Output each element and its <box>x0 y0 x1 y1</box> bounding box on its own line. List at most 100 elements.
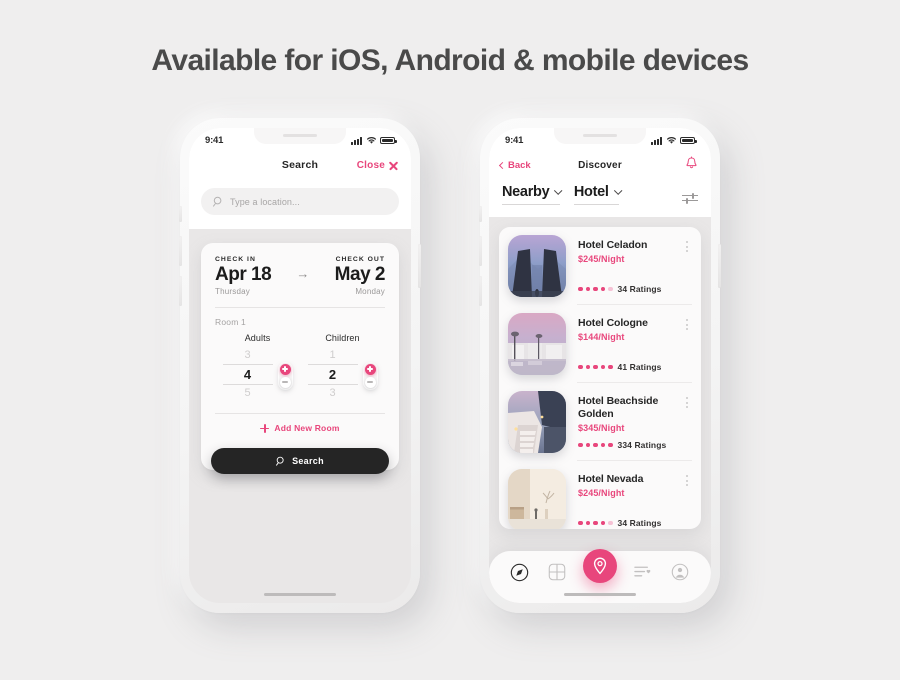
tab-saved[interactable] <box>632 561 654 583</box>
adults-stepper <box>277 361 293 390</box>
home-indicator <box>264 592 336 596</box>
tab-profile[interactable] <box>669 561 691 583</box>
notch <box>254 128 346 144</box>
hotel-label: Hotel <box>573 184 609 200</box>
tab-map[interactable] <box>582 549 617 583</box>
search-screen-title: Search <box>281 159 319 171</box>
search-icon <box>276 457 284 466</box>
phone-power-button <box>718 244 721 288</box>
adults-plus-icon[interactable] <box>279 363 291 375</box>
discover-screen-title: Discover <box>578 159 622 171</box>
kebab-menu-icon[interactable] <box>686 241 688 252</box>
user-circle-icon <box>672 563 689 581</box>
children-minus-icon[interactable] <box>364 376 376 388</box>
location-search-input[interactable]: Type a location... <box>201 188 399 215</box>
tab-categories[interactable] <box>546 561 568 583</box>
rating-count: 34 Ratings <box>617 518 662 528</box>
battery-icon <box>380 136 397 145</box>
home-indicator <box>564 592 636 596</box>
wifi-icon <box>666 137 676 144</box>
notifications-button[interactable] <box>685 155 698 175</box>
phone-volume-down-button <box>479 276 482 306</box>
adults-title: Adults <box>244 332 271 343</box>
compass-icon <box>510 563 529 581</box>
chevron-down-icon <box>554 186 563 195</box>
search-submit-button[interactable]: Search <box>211 448 389 475</box>
grid-icon <box>548 563 566 581</box>
speaker-grille <box>583 134 617 137</box>
adults-value-below: 5 <box>244 387 251 400</box>
hotel-info: Hotel Nevada $245/Night 34 Ratings <box>566 469 692 529</box>
chevron-down-icon <box>613 186 622 195</box>
search-icon <box>213 196 222 207</box>
children-wheel[interactable]: 1 2 3 <box>307 347 358 403</box>
add-new-room-label: Add New Room <box>274 423 340 434</box>
location-pin-icon <box>593 557 607 575</box>
list-item[interactable]: Hotel Beachside Golden $345/Night 334 Ra… <box>499 383 701 453</box>
check-in-date: Apr 18 <box>215 264 272 285</box>
list-item[interactable]: Hotel Celadon $245/Night 34 Ratings <box>499 227 701 297</box>
adults-value: 4 <box>243 366 252 382</box>
nearby-dropdown[interactable]: Nearby <box>502 184 563 205</box>
page-title: Available for iOS, Android & mobile devi… <box>151 44 749 77</box>
back-button[interactable]: Back <box>498 160 531 171</box>
children-title: Children <box>325 332 360 343</box>
check-out-weekday: Monday <box>355 286 385 296</box>
rating-dots <box>578 520 613 526</box>
signal-bars-icon <box>651 137 662 145</box>
hotel-info: Hotel Beachside Golden $345/Night 334 Ra… <box>566 391 692 453</box>
check-in-label: CHECK IN <box>215 256 256 263</box>
hotel-price: $245/Night <box>578 254 625 265</box>
check-out-block[interactable]: CHECK OUT May 2 Monday <box>335 256 386 296</box>
hotel-info: Hotel Cologne $144/Night 41 Ratings <box>566 313 692 375</box>
hotel-underline <box>573 204 620 205</box>
hotel-name: Hotel Celadon <box>578 239 648 251</box>
close-label: Close <box>356 159 385 171</box>
phone-mockup-left: 9:41 Search Close Type a location... CHE… <box>179 118 421 613</box>
date-range-selector[interactable]: CHECK IN Apr 18 Thursday → CHECK OUT May… <box>215 256 385 296</box>
speaker-grille <box>283 134 317 137</box>
children-counter: Children 1 2 3 <box>301 333 385 403</box>
filter-row: Nearby Hotel <box>489 178 711 205</box>
notch <box>554 128 646 144</box>
kebab-menu-icon[interactable] <box>686 397 688 408</box>
status-time: 9:41 <box>505 135 524 146</box>
add-new-room-button[interactable]: Add New Room <box>215 414 385 444</box>
hotel-dropdown[interactable]: Hotel <box>573 184 622 205</box>
hotel-price: $345/Night <box>578 423 625 434</box>
adults-wheel[interactable]: 3 4 5 <box>222 347 273 403</box>
tab-explore[interactable] <box>509 561 531 583</box>
status-indicators <box>351 136 397 145</box>
list-item[interactable]: Hotel Cologne $144/Night 41 Ratings <box>499 305 701 375</box>
hotel-list-card: Hotel Celadon $245/Night 34 Ratings Hote… <box>499 227 701 529</box>
phone-volume-down-button <box>179 276 182 306</box>
sliders-filter-icon[interactable] <box>682 191 698 205</box>
hotel-price: $245/Night <box>578 488 625 499</box>
kebab-menu-icon[interactable] <box>686 475 688 486</box>
phone-mute-button <box>179 206 182 222</box>
screen-search: 9:41 Search Close Type a location... CHE… <box>189 128 411 603</box>
minimal-interior-photo <box>508 469 566 529</box>
children-plus-icon[interactable] <box>364 363 376 375</box>
hotel-rating: 34 Ratings <box>578 284 662 294</box>
bell-icon <box>686 155 697 168</box>
phone-volume-up-button <box>179 236 182 266</box>
kebab-menu-icon[interactable] <box>686 319 688 330</box>
phone-power-button <box>418 244 421 288</box>
phone-volume-up-button <box>479 236 482 266</box>
phone-mute-button <box>479 206 482 222</box>
search-nav-row: Search Close <box>189 152 411 178</box>
children-value-above: 1 <box>329 348 336 361</box>
sunset-resort-pool-photo <box>508 313 566 375</box>
check-in-block[interactable]: CHECK IN Apr 18 Thursday <box>215 256 272 296</box>
list-item[interactable]: Hotel Nevada $245/Night 34 Ratings <box>499 461 701 529</box>
hotel-list-body: Hotel Celadon $245/Night 34 Ratings Hote… <box>489 217 711 603</box>
adults-minus-icon[interactable] <box>279 376 291 388</box>
guest-counters: Adults 3 4 5 Children 1 2 3 <box>215 327 385 403</box>
nearby-label: Nearby <box>502 184 550 200</box>
close-button[interactable]: Close <box>357 160 399 171</box>
signal-bars-icon <box>351 137 362 145</box>
rating-count: 34 Ratings <box>617 284 662 294</box>
close-x-icon <box>388 160 399 171</box>
rating-count: 334 Ratings <box>617 440 667 450</box>
